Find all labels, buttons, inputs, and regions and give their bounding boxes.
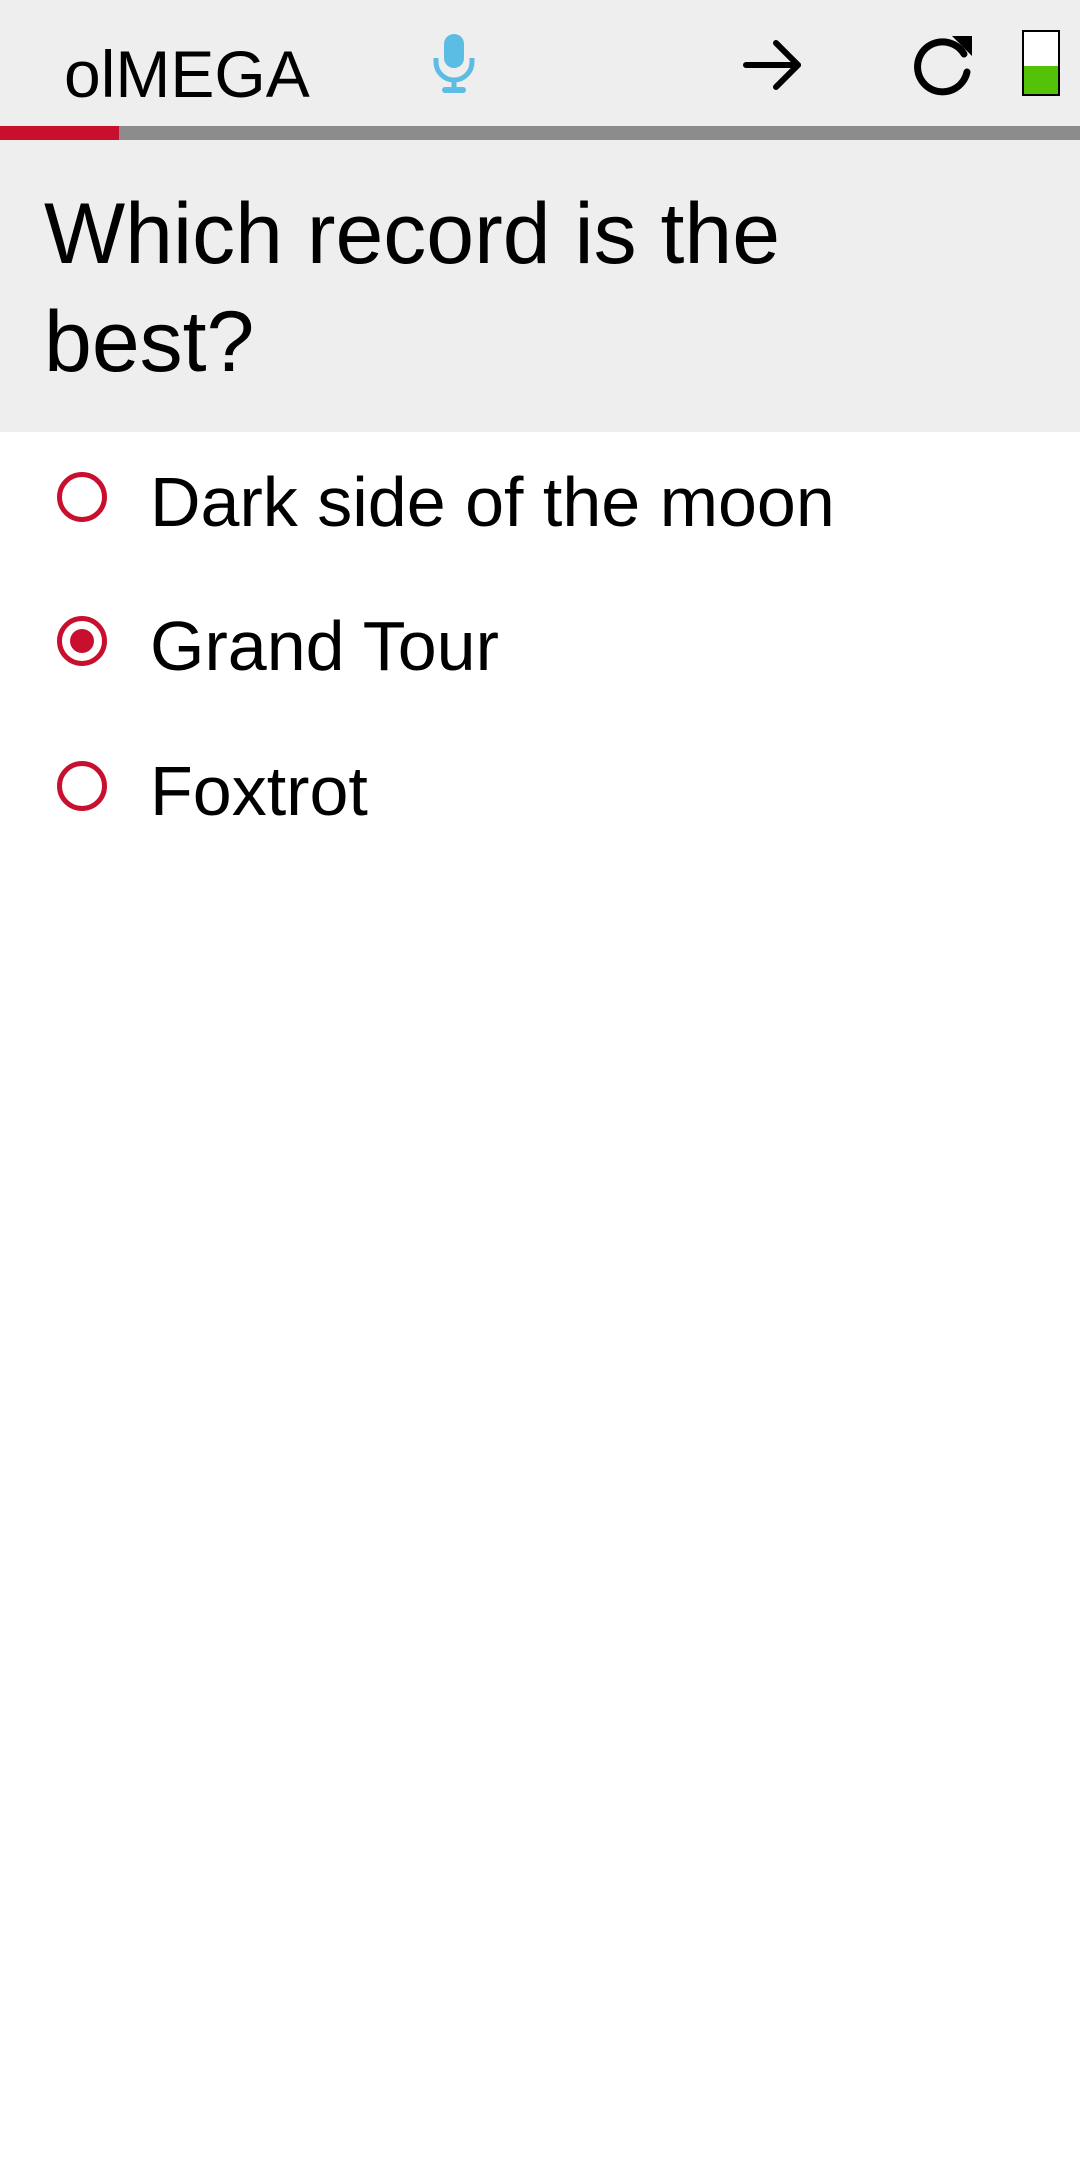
option-label[interactable]: Grand Tour (150, 604, 499, 688)
battery-level (1024, 66, 1058, 94)
question-panel: Which record is the best? (0, 140, 1080, 432)
progress-bar (0, 126, 1080, 140)
question-text: Which record is the best? (44, 186, 781, 390)
radio-button[interactable] (57, 616, 107, 666)
refresh-icon[interactable] (906, 28, 980, 102)
radio-button[interactable] (57, 761, 107, 811)
mic-icon[interactable] (430, 32, 478, 96)
option-label[interactable]: Foxtrot (150, 749, 368, 833)
progress-bar-fill (0, 126, 119, 140)
top-bar: olMEGA (0, 0, 1080, 126)
arrow-right-icon[interactable] (738, 30, 808, 100)
questionnaire-screen: olMEGA Which record is the best? Dark si… (0, 0, 1080, 2160)
radio-button[interactable] (57, 472, 107, 522)
option-grand-tour[interactable]: Grand Tour (0, 576, 1080, 706)
option-label[interactable]: Dark side of the moon (150, 460, 835, 544)
app-title: olMEGA (64, 37, 310, 111)
option-dark-side-of-the-moon[interactable]: Dark side of the moon (0, 432, 1080, 562)
radio-selected-dot (70, 629, 94, 653)
option-foxtrot[interactable]: Foxtrot (0, 721, 1080, 851)
battery-icon (1022, 30, 1060, 96)
